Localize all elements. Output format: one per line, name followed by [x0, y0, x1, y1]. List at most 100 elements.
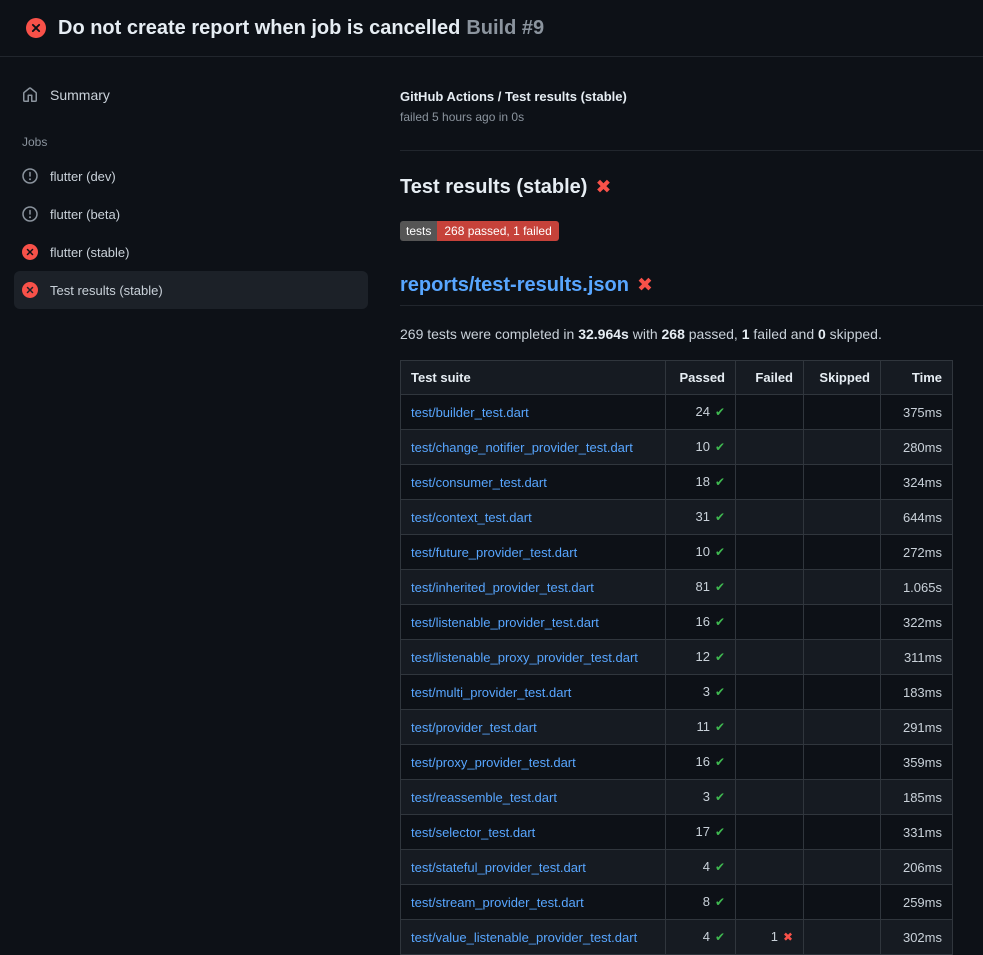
- sidebar-item-summary[interactable]: Summary: [14, 81, 368, 109]
- check-icon: ✔: [715, 580, 725, 594]
- warning-icon: [22, 206, 38, 222]
- sidebar-item-flutter-beta[interactable]: flutter (beta): [14, 195, 368, 233]
- check-icon: ✔: [715, 685, 725, 699]
- test-suite-link[interactable]: test/selector_test.dart: [411, 825, 535, 840]
- test-suite-cell: test/change_notifier_provider_test.dart: [401, 430, 666, 465]
- passed-cell-count: 4: [703, 859, 710, 874]
- divider: [400, 305, 983, 306]
- table-row: test/change_notifier_provider_test.dart1…: [401, 430, 953, 465]
- report-file-link[interactable]: reports/test-results.json: [400, 273, 629, 297]
- skipped-cell: [804, 640, 881, 675]
- passed-cell-count: 81: [695, 579, 709, 594]
- check-icon: ✔: [715, 720, 725, 734]
- test-suite-link[interactable]: test/multi_provider_test.dart: [411, 685, 571, 700]
- time-cell: 206ms: [881, 850, 953, 885]
- summary-text: failed and: [750, 326, 819, 342]
- time-cell: 375ms: [881, 395, 953, 430]
- sidebar-item-label: flutter (stable): [50, 245, 129, 260]
- time-cell: 359ms: [881, 745, 953, 780]
- time-cell: 324ms: [881, 465, 953, 500]
- sidebar-item-label: flutter (dev): [50, 169, 116, 184]
- warning-icon: [22, 168, 38, 184]
- table-row: test/inherited_provider_test.dart81✔1.06…: [401, 570, 953, 605]
- main-panel: GitHub Actions / Test results (stable) f…: [384, 57, 983, 955]
- time-cell: 311ms: [881, 640, 953, 675]
- test-suite-cell: test/provider_test.dart: [401, 710, 666, 745]
- test-suite-link[interactable]: test/change_notifier_provider_test.dart: [411, 440, 633, 455]
- passed-cell-count: 12: [695, 649, 709, 664]
- check-icon: ✔: [715, 510, 725, 524]
- table-row: test/provider_test.dart 11 ✔ 291ms: [401, 710, 953, 745]
- check-icon: ✔: [715, 825, 725, 839]
- test-suite-link[interactable]: test/consumer_test.dart: [411, 475, 547, 490]
- skipped-cell: [804, 815, 881, 850]
- failed-cell: [736, 535, 804, 570]
- failed-cell: [736, 815, 804, 850]
- skipped-cell: [804, 745, 881, 780]
- test-suite-cell: test/listenable_proxy_provider_test.dart: [401, 640, 666, 675]
- test-suite-link[interactable]: test/proxy_provider_test.dart: [411, 755, 576, 770]
- check-icon: ✔: [715, 895, 725, 909]
- failed-cell: [736, 500, 804, 535]
- test-suite-link[interactable]: test/listenable_provider_test.dart: [411, 615, 599, 630]
- tests-badge: tests 268 passed, 1 failed: [400, 221, 559, 241]
- test-suite-link[interactable]: test/provider_test.dart: [411, 720, 537, 735]
- column-header-test-suite: Test suite: [401, 361, 666, 395]
- test-suite-cell: test/builder_test.dart: [401, 395, 666, 430]
- passed-cell-count: 17: [695, 824, 709, 839]
- passed-cell: 10 ✔: [666, 535, 736, 570]
- passed-cell: 4✔: [666, 850, 736, 885]
- test-suite-link[interactable]: test/context_test.dart: [411, 510, 532, 525]
- sidebar: Summary Jobs flutter (dev) flutter (beta…: [0, 57, 384, 309]
- table-row: test/proxy_provider_test.dart16✔359ms: [401, 745, 953, 780]
- check-icon: ✔: [715, 755, 725, 769]
- column-header-failed: Failed: [736, 361, 804, 395]
- x-circle-icon: [26, 18, 46, 38]
- check-icon: ✔: [715, 440, 725, 454]
- skipped-cell: [804, 850, 881, 885]
- column-header-passed: Passed: [666, 361, 736, 395]
- time-cell: 291ms: [881, 710, 953, 745]
- test-suite-link[interactable]: test/stream_provider_test.dart: [411, 895, 584, 910]
- sidebar-item-test-results-stable[interactable]: Test results (stable): [14, 271, 368, 309]
- time-cell: 185ms: [881, 780, 953, 815]
- test-suite-link[interactable]: test/reassemble_test.dart: [411, 790, 557, 805]
- table-row: test/consumer_test.dart18✔324ms: [401, 465, 953, 500]
- table-row: test/listenable_provider_test.dart16✔322…: [401, 605, 953, 640]
- check-icon: ✔: [715, 930, 725, 944]
- passed-cell-count: 31: [695, 509, 709, 524]
- passed-cell: 16✔: [666, 605, 736, 640]
- passed-cell-count: 18: [695, 474, 709, 489]
- sidebar-item-label: flutter (beta): [50, 207, 120, 222]
- sidebar-item-flutter-stable[interactable]: flutter (stable): [14, 233, 368, 271]
- test-suite-link[interactable]: test/future_provider_test.dart: [411, 545, 577, 560]
- table-row: test/multi_provider_test.dart 3 ✔ 183ms: [401, 675, 953, 710]
- test-suite-cell: test/stream_provider_test.dart: [401, 885, 666, 920]
- check-icon: ✔: [715, 545, 725, 559]
- table-row: test/value_listenable_provider_test.dart…: [401, 920, 953, 955]
- time-cell: 280ms: [881, 430, 953, 465]
- table-header-row: Test suite Passed Failed Skipped Time: [401, 361, 953, 395]
- skipped-cell: [804, 780, 881, 815]
- test-suite-link[interactable]: test/listenable_proxy_provider_test.dart: [411, 650, 638, 665]
- test-suite-link[interactable]: test/stateful_provider_test.dart: [411, 860, 586, 875]
- failed-cell: [736, 780, 804, 815]
- passed-cell-count: 10: [695, 544, 709, 559]
- page-header: Do not create report when job is cancell…: [0, 0, 983, 57]
- failed-cell: [736, 710, 804, 745]
- failed-cell-count: 1: [771, 929, 778, 944]
- test-suite-link[interactable]: test/value_listenable_provider_test.dart: [411, 930, 637, 945]
- summary-line: 269 tests were completed in 32.964s with…: [400, 326, 983, 343]
- passed-cell-count: 3: [703, 684, 710, 699]
- test-suite-link[interactable]: test/inherited_provider_test.dart: [411, 580, 594, 595]
- time-cell: 183ms: [881, 675, 953, 710]
- skipped-cell: [804, 430, 881, 465]
- passed-cell: 17 ✔: [666, 815, 736, 850]
- passed-cell-count: 11: [696, 719, 710, 734]
- failed-cell: 1✖: [736, 920, 804, 955]
- sidebar-item-label: Test results (stable): [50, 283, 163, 298]
- passed-cell-count: 3: [703, 789, 710, 804]
- skipped-cell: [804, 570, 881, 605]
- sidebar-item-flutter-dev[interactable]: flutter (dev): [14, 157, 368, 195]
- test-suite-link[interactable]: test/builder_test.dart: [411, 405, 529, 420]
